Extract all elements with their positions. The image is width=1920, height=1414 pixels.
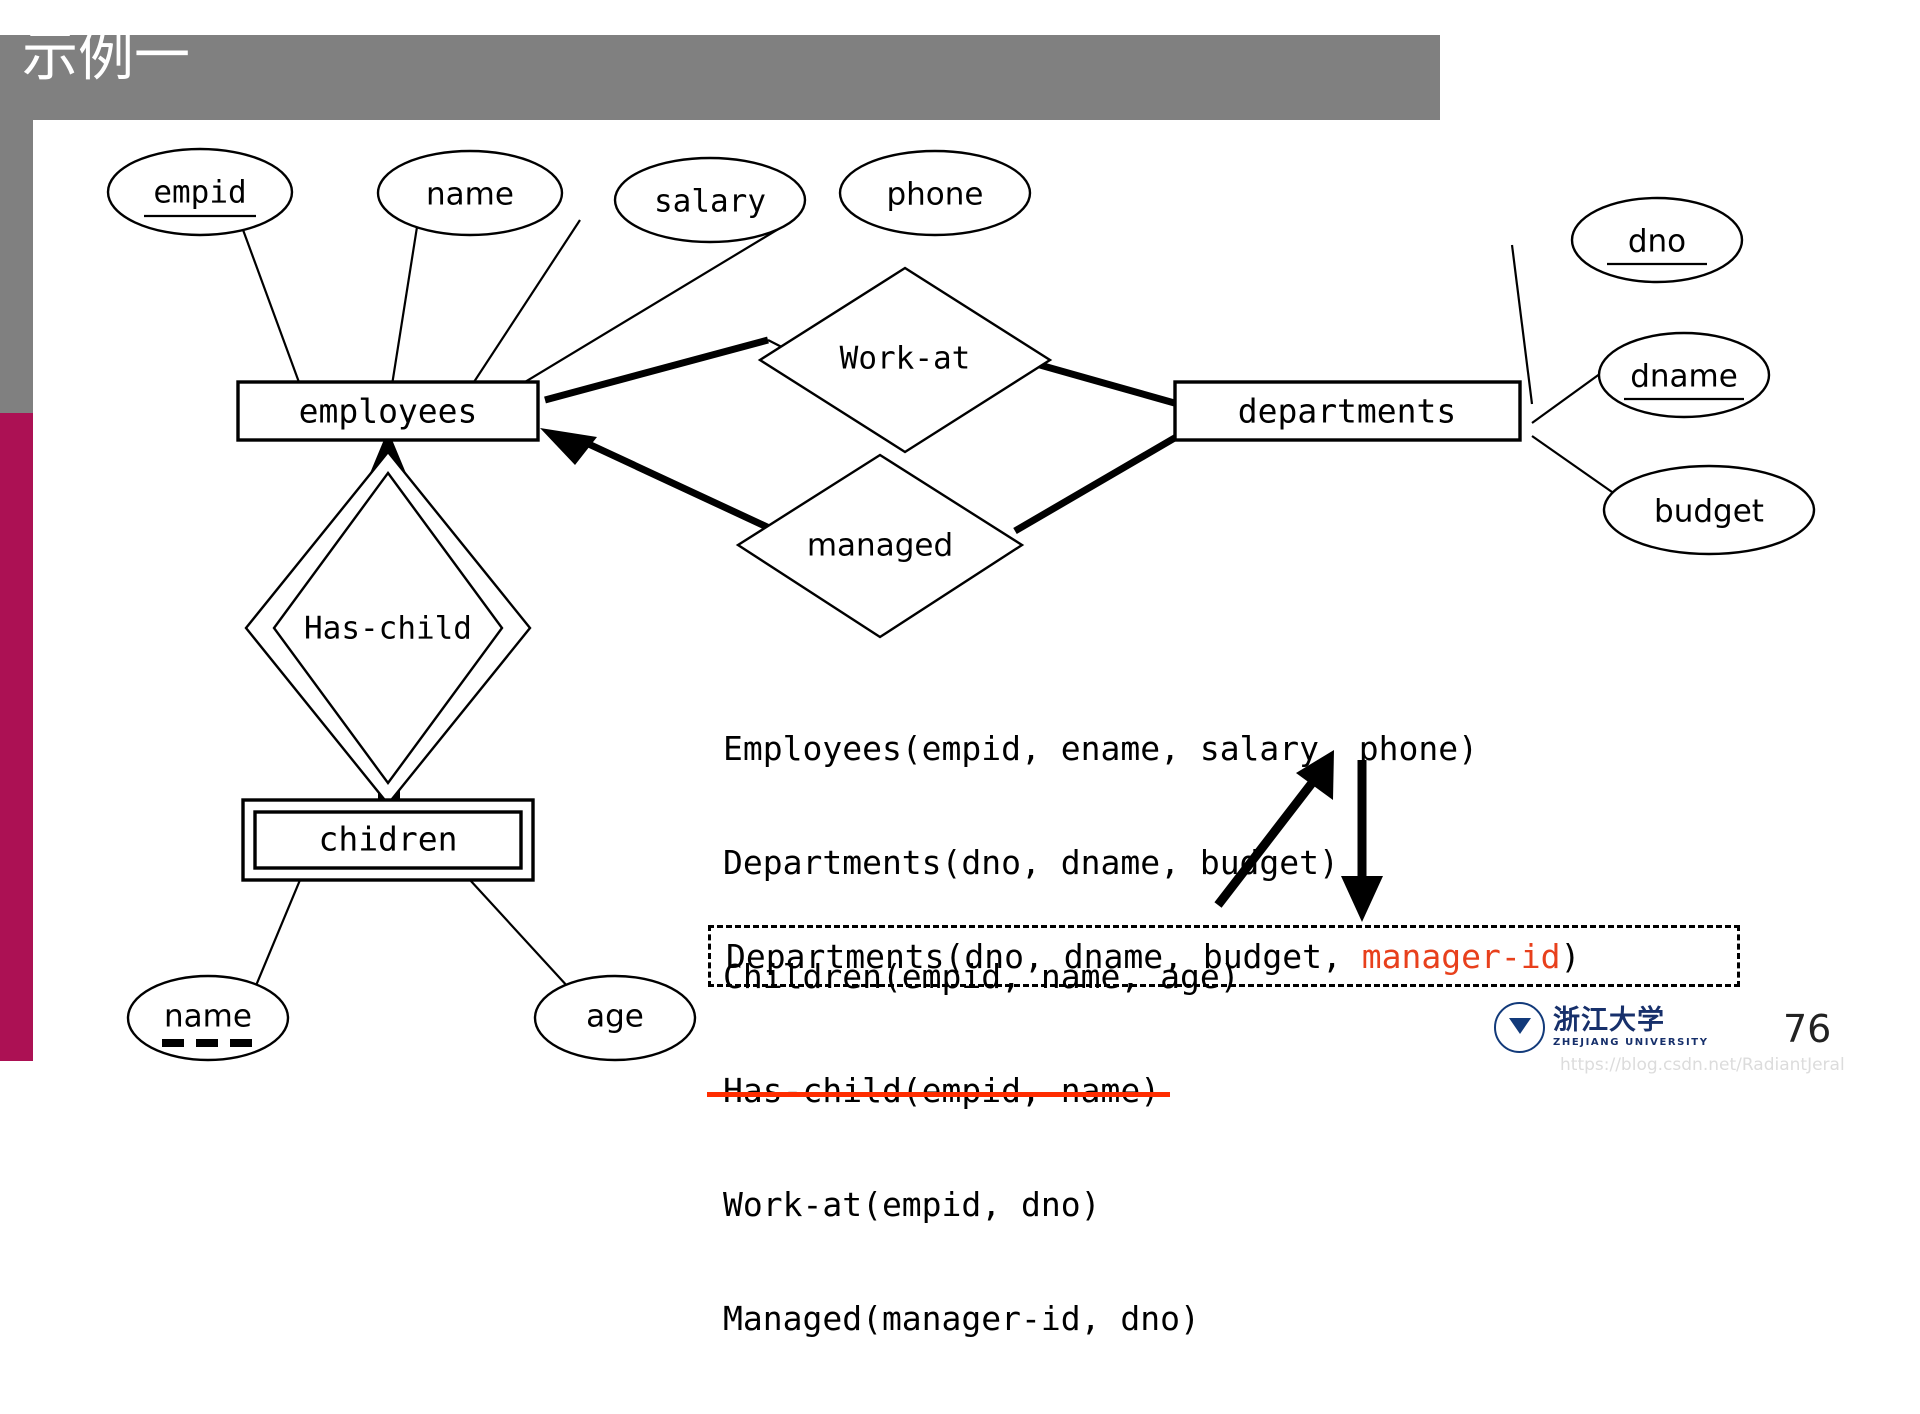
schema-line-has-child-text: Has-child(empid, name) <box>706 1071 1171 1110</box>
relationship-has-child[interactable]: Has-child <box>244 450 532 806</box>
schema-line-departments-text: Departments(dno, dname, budget) <box>723 843 1339 882</box>
attribute-dno[interactable]: dno <box>1570 196 1744 284</box>
schema-line-work-at: Work-at(empid, dno) <box>723 1186 1478 1224</box>
attribute-empid-label: empid <box>153 175 246 211</box>
schema-line-has-child: Has-child(empid, name) <box>706 1071 1478 1110</box>
attribute-ename-label: name <box>426 177 514 213</box>
page-number: 76 <box>1783 1007 1832 1051</box>
schema-line-managed-text: Managed(manager-id, dno) <box>723 1299 1200 1338</box>
university-crest-icon <box>1494 1002 1545 1053</box>
edge-empid-employees <box>233 207 302 386</box>
result-schema-highlight: manager-id <box>1361 937 1561 976</box>
relationship-managed-label: managed <box>807 528 953 564</box>
schema-line-managed: Managed(manager-id, dno) <box>723 1300 1478 1338</box>
result-schema-prefix: Departments(dno, dname, budget, <box>726 937 1362 976</box>
attribute-salary-label: salary <box>654 184 766 220</box>
edge-salary-employees <box>471 219 581 386</box>
university-name-en: ZHEJIANG UNIVERSITY <box>1553 1037 1709 1048</box>
watermark-text: https://blog.csdn.net/RadiantJeral <box>1560 1055 1845 1075</box>
entity-departments[interactable]: departments <box>1173 380 1522 442</box>
attribute-ename[interactable]: name <box>376 149 564 237</box>
edge-cage-children <box>469 879 581 1001</box>
edge-managed-employees <box>578 436 797 544</box>
relationship-work-at-label: Work-at <box>840 341 971 377</box>
edge-dname-departments <box>1531 367 1609 424</box>
attribute-dname-label: dname <box>1630 359 1738 395</box>
entity-departments-label: departments <box>1238 392 1457 431</box>
attribute-child-age[interactable]: age <box>533 974 697 1062</box>
attribute-child-age-label: age <box>586 999 644 1035</box>
attribute-child-name[interactable]: name <box>126 974 290 1062</box>
result-schema-suffix: ) <box>1560 937 1581 976</box>
edge-cname-children <box>248 879 302 1001</box>
relational-schema-list: Employees(empid, ename, salary, phone) D… <box>706 654 1478 1414</box>
slide-canvas: 示例一 empid name salary phone dno dname bu… <box>0 0 1920 1338</box>
relationship-work-at[interactable]: Work-at <box>757 266 1053 454</box>
attribute-child-name-label: name <box>164 999 252 1035</box>
attribute-dname[interactable]: dname <box>1597 331 1771 419</box>
attribute-phone-label: phone <box>886 177 983 213</box>
edge-phone-employees <box>519 221 791 386</box>
entity-employees[interactable]: employees <box>236 380 540 442</box>
edge-ename-employees <box>390 207 422 386</box>
schema-line-work-at-text: Work-at(empid, dno) <box>723 1185 1101 1224</box>
edge-departments-managed <box>1013 432 1180 535</box>
result-schema-line: Departments(dno, dname, budget, manager-… <box>726 935 1580 979</box>
attribute-phone[interactable]: phone <box>838 149 1032 237</box>
attribute-budget-label: budget <box>1654 494 1764 530</box>
attribute-dno-label: dno <box>1628 224 1686 260</box>
arrowhead-managed-employees <box>540 428 597 465</box>
university-logo: 浙江大学 ZHEJIANG UNIVERSITY <box>1494 1002 1709 1053</box>
attribute-budget[interactable]: budget <box>1602 464 1816 556</box>
edge-budget-departments <box>1531 435 1613 493</box>
entity-children-label: chidren <box>318 820 457 859</box>
attribute-salary[interactable]: salary <box>613 156 807 244</box>
edge-dno-departments <box>1510 244 1534 405</box>
schema-line-employees: Employees(empid, ename, salary, phone) <box>723 730 1478 768</box>
attribute-empid[interactable]: empid <box>106 147 294 237</box>
schema-line-departments: Departments(dno, dname, budget) <box>723 844 1478 882</box>
entity-employees-label: employees <box>299 392 478 431</box>
entity-children[interactable]: chidren <box>241 798 535 882</box>
relationship-managed[interactable]: managed <box>735 453 1025 639</box>
university-name-cn: 浙江大学 <box>1553 1005 1665 1036</box>
schema-line-employees-text: Employees(empid, ename, salary, phone) <box>723 729 1478 768</box>
relationship-has-child-label: Has-child <box>304 611 472 647</box>
